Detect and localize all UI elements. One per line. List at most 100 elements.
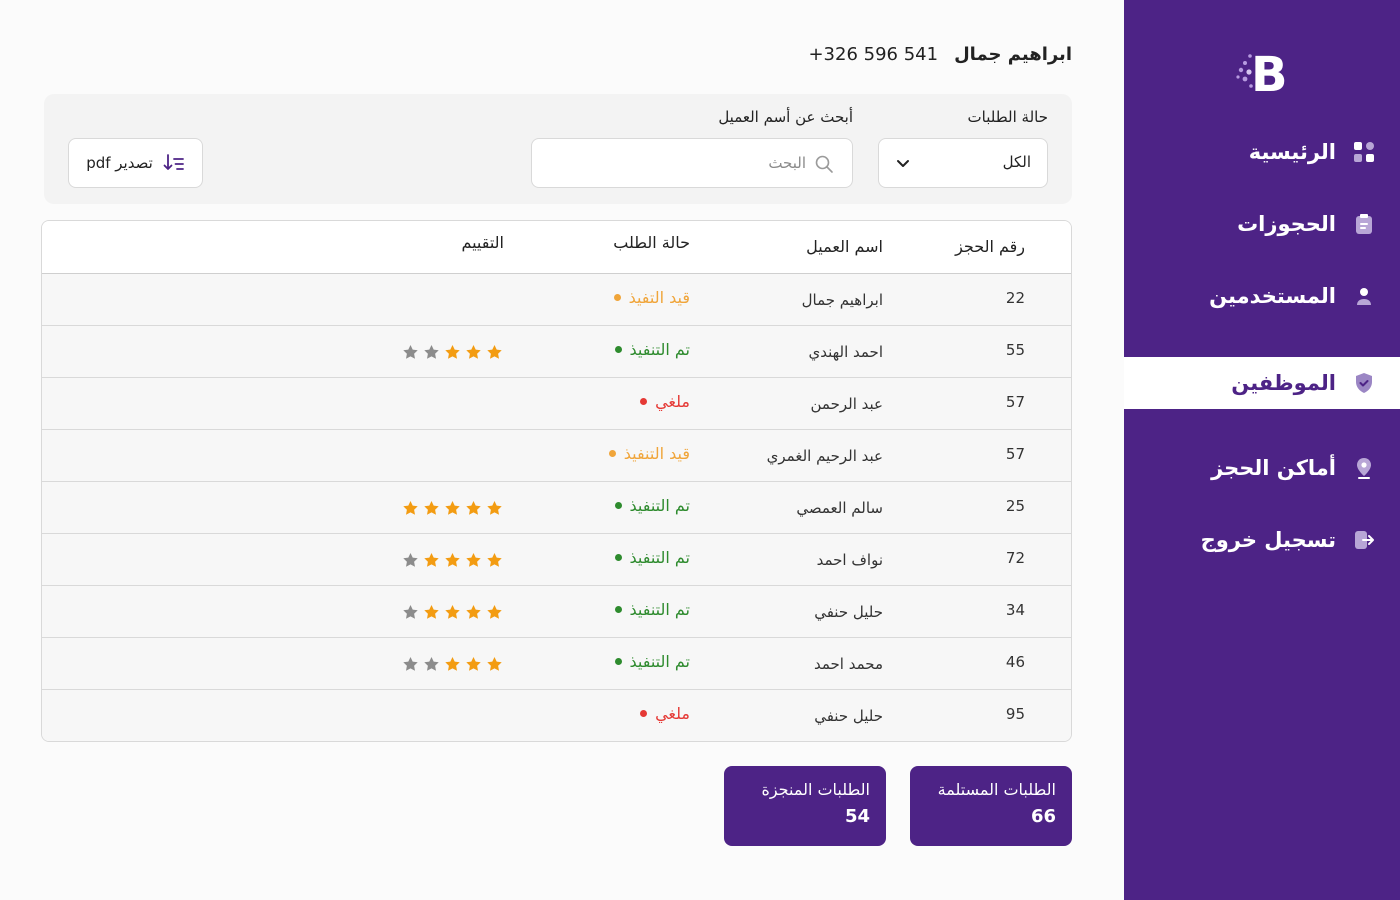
customer-name: محمد احمد bbox=[813, 655, 883, 673]
status-filter-label: حالة الطلبات bbox=[967, 108, 1048, 126]
order-status: قيد التفيذ bbox=[613, 288, 690, 307]
user-icon bbox=[1352, 284, 1376, 308]
clipboard-icon bbox=[1352, 212, 1376, 236]
star-filled-icon bbox=[487, 605, 502, 619]
status-dot-icon bbox=[614, 502, 622, 509]
status-select-value: الكل bbox=[1002, 153, 1031, 171]
sidebar-item-users[interactable]: المستخدمين bbox=[1124, 270, 1400, 322]
column-header-status: حالة الطلب bbox=[613, 233, 690, 252]
order-status-text: ملغي bbox=[655, 704, 690, 723]
status-dot-icon bbox=[614, 346, 622, 353]
order-status-text: ملغي bbox=[655, 392, 690, 411]
search-box bbox=[531, 138, 853, 188]
table-row[interactable]: 46 محمد احمد تم التنفيذ bbox=[42, 638, 1071, 690]
order-status: قيد التنفيذ bbox=[608, 444, 690, 463]
table-row[interactable]: 57 عبد الرحيم الغمري قيد التنفيذ bbox=[42, 430, 1071, 482]
order-status: تم التنفيذ bbox=[614, 496, 690, 515]
star-empty-icon bbox=[424, 345, 439, 359]
brand-logo: B bbox=[1236, 47, 1288, 96]
order-status-text: تم التنفيذ bbox=[629, 496, 690, 515]
sidebar-item-label: الحجوزات bbox=[1237, 212, 1336, 236]
stat-card-received: الطلبات المستلمة 66 bbox=[910, 766, 1072, 846]
status-dot-icon bbox=[614, 606, 622, 613]
booking-id: 25 bbox=[1005, 497, 1025, 515]
order-status: تم التنفيذ bbox=[614, 340, 690, 359]
table-row[interactable]: 57 عبد الرحمن ملغي bbox=[42, 378, 1071, 430]
order-status-text: تم التنفيذ bbox=[629, 652, 690, 671]
table-row[interactable]: 55 احمد الهندي تم التنفيذ bbox=[42, 326, 1071, 378]
table-body: 22 ابراهيم جمال قيد التفيذ 55 احمد الهندي تم … bbox=[42, 274, 1071, 741]
star-filled-icon bbox=[445, 501, 460, 515]
rating-stars bbox=[402, 552, 503, 569]
rating-stars bbox=[402, 656, 503, 673]
sidebar-item-locations[interactable]: أماكن الحجز bbox=[1124, 442, 1400, 494]
table-row[interactable]: 95 حليل حنفي ملغي bbox=[42, 690, 1071, 741]
location-pin-icon bbox=[1352, 456, 1376, 480]
table-row[interactable]: 25 سالم العمصي تم التنفيذ bbox=[42, 482, 1071, 534]
sort-download-icon bbox=[163, 154, 184, 170]
star-filled-icon bbox=[487, 657, 502, 671]
table-row[interactable]: 72 نواف احمد تم التنفيذ bbox=[42, 534, 1071, 586]
booking-id: 57 bbox=[1005, 393, 1025, 411]
export-pdf-button[interactable]: تصدير pdf bbox=[68, 138, 203, 188]
star-filled-icon bbox=[487, 345, 502, 359]
table-row[interactable]: 22 ابراهيم جمال قيد التفيذ bbox=[42, 274, 1071, 326]
orders-table: رقم الحجز اسم العميل حالة الطلب التقييم … bbox=[41, 220, 1072, 742]
customer-name: نواف احمد bbox=[816, 551, 883, 569]
customer-name: احمد الهندي bbox=[808, 343, 883, 361]
chevron-down-icon bbox=[897, 160, 909, 167]
status-dot-icon bbox=[640, 398, 648, 405]
sidebar-item-bookings[interactable]: الحجوزات bbox=[1124, 198, 1400, 250]
star-empty-icon bbox=[403, 553, 418, 567]
user-phone: +326 596 541 bbox=[808, 44, 939, 65]
sidebar-item-home[interactable]: الرئيسية bbox=[1124, 126, 1400, 178]
booking-id: 22 bbox=[1005, 289, 1025, 307]
shield-icon bbox=[1352, 371, 1376, 395]
booking-id: 95 bbox=[1005, 705, 1025, 723]
order-status: تم التنفيذ bbox=[614, 600, 690, 619]
star-filled-icon bbox=[424, 553, 439, 567]
column-header-rating: التقييم bbox=[461, 233, 504, 252]
star-empty-icon bbox=[403, 605, 418, 619]
status-select[interactable]: الكل bbox=[878, 138, 1048, 188]
booking-id: 34 bbox=[1005, 601, 1025, 619]
filter-panel: حالة الطلبات أبحث عن أسم العميل الكل تصد… bbox=[44, 94, 1072, 204]
booking-id: 46 bbox=[1005, 653, 1025, 671]
star-empty-icon bbox=[403, 345, 418, 359]
star-filled-icon bbox=[466, 657, 481, 671]
order-status: تم التنفيذ bbox=[614, 548, 690, 567]
star-filled-icon bbox=[424, 501, 439, 515]
table-row[interactable]: 34 حليل حنفي تم التنفيذ bbox=[42, 586, 1071, 638]
stat-card-completed: الطلبات المنجزة 54 bbox=[724, 766, 886, 846]
sidebar: B الرئيسية الحجوزات المستخدمين الموظفين … bbox=[1124, 0, 1400, 900]
customer-name: عبد الرحمن bbox=[810, 395, 884, 413]
order-status-text: تم التنفيذ bbox=[629, 548, 690, 567]
status-dot-icon bbox=[640, 710, 648, 717]
table-header: رقم الحجز اسم العميل حالة الطلب التقييم bbox=[42, 221, 1071, 274]
search-input[interactable] bbox=[566, 151, 806, 175]
stat-value: 54 bbox=[844, 806, 870, 827]
order-status: ملغي bbox=[640, 704, 690, 723]
customer-name: عبد الرحيم الغمري bbox=[766, 447, 883, 465]
search-icon bbox=[815, 155, 833, 173]
column-header-name: اسم العميل bbox=[806, 237, 883, 256]
star-filled-icon bbox=[403, 501, 418, 515]
rating-stars bbox=[402, 500, 503, 517]
search-label: أبحث عن أسم العميل bbox=[718, 108, 853, 126]
star-filled-icon bbox=[487, 553, 502, 567]
star-filled-icon bbox=[466, 553, 481, 567]
customer-name: حليل حنفي bbox=[814, 707, 883, 725]
sidebar-item-employees[interactable]: الموظفين bbox=[1124, 357, 1400, 409]
status-dot-icon bbox=[613, 294, 621, 301]
sidebar-item-logout[interactable]: تسجيل خروج bbox=[1124, 514, 1400, 566]
sidebar-item-label: الموظفين bbox=[1231, 371, 1336, 395]
status-dot-icon bbox=[614, 658, 622, 665]
order-status-text: قيد التنفيذ bbox=[623, 444, 690, 463]
export-pdf-label: تصدير pdf bbox=[86, 154, 153, 172]
star-filled-icon bbox=[466, 345, 481, 359]
sidebar-item-label: المستخدمين bbox=[1209, 284, 1336, 308]
sidebar-item-label: أماكن الحجز bbox=[1211, 456, 1336, 480]
star-filled-icon bbox=[466, 501, 481, 515]
stat-label: الطلبات المستلمة bbox=[937, 780, 1056, 799]
star-filled-icon bbox=[424, 605, 439, 619]
